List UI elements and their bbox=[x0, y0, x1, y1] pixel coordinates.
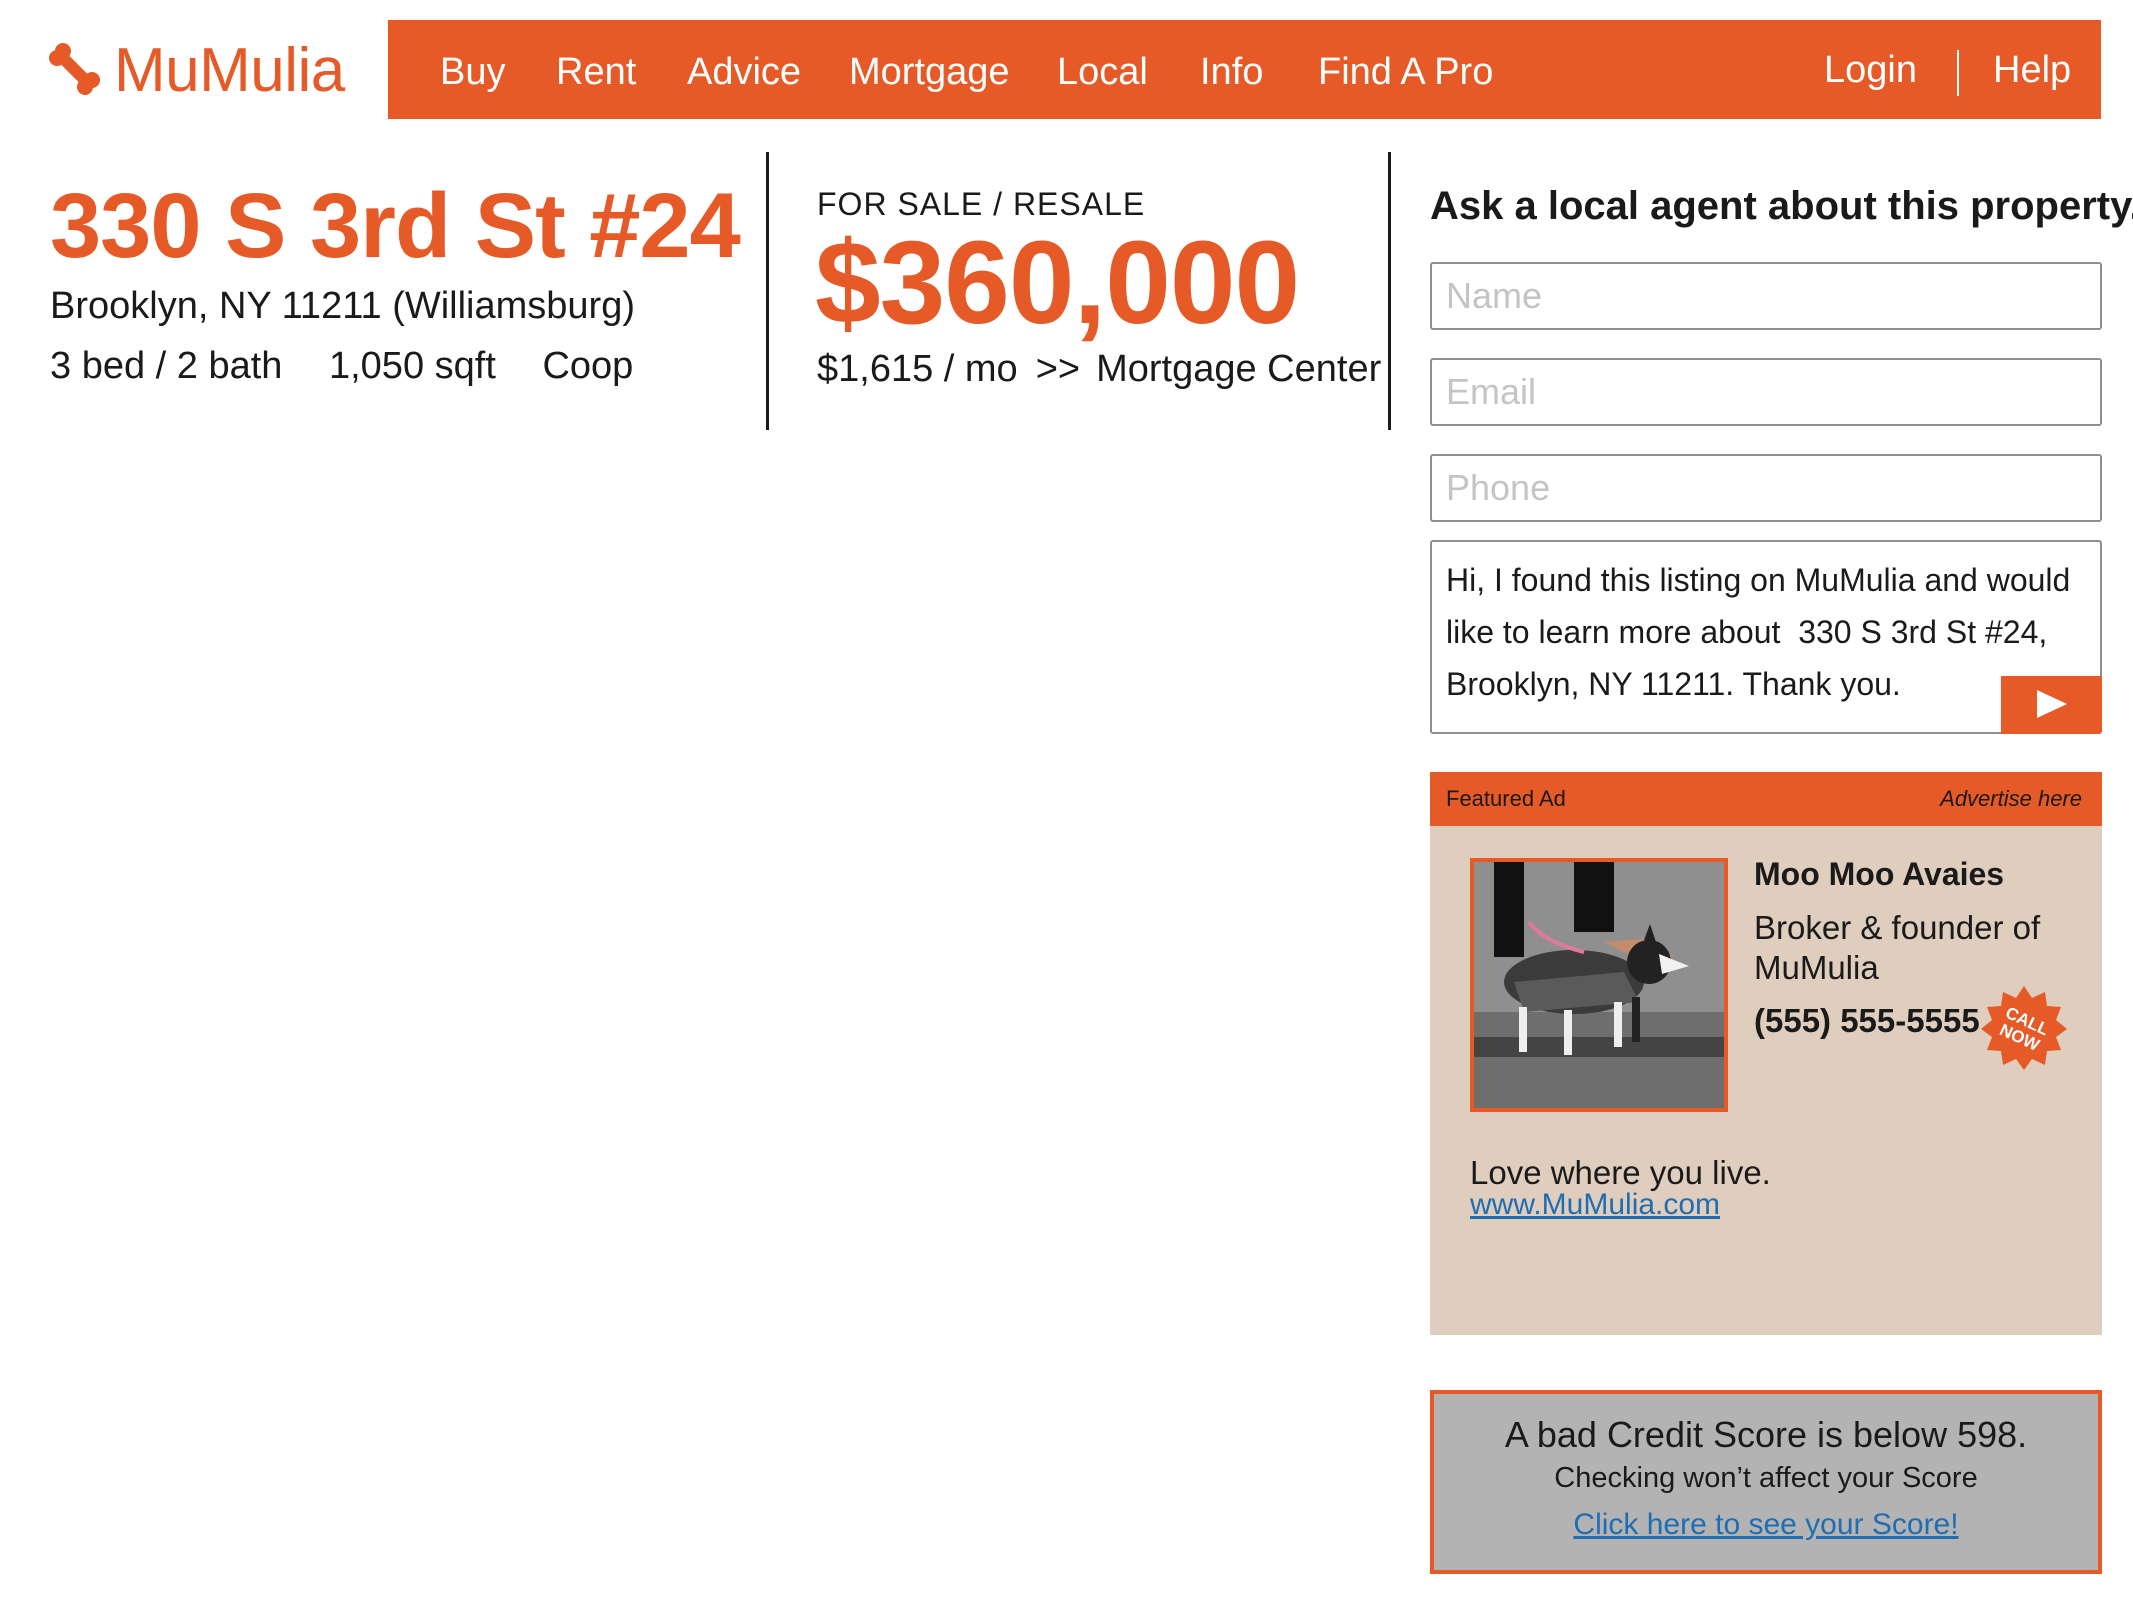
property-type: Coop bbox=[542, 345, 634, 387]
contact-form-heading: Ask a local agent about this property. bbox=[1430, 184, 2133, 228]
phone-input[interactable] bbox=[1430, 454, 2102, 522]
agent-title: Broker & founder of MuMulia bbox=[1754, 909, 2041, 986]
nav-advice[interactable]: Advice bbox=[687, 20, 801, 119]
credit-score-link[interactable]: Click here to see your Score! bbox=[1434, 1508, 2098, 1542]
advertise-here-link[interactable]: Advertise here bbox=[1940, 786, 2082, 812]
nav-info[interactable]: Info bbox=[1200, 20, 1263, 119]
email-input[interactable] bbox=[1430, 358, 2102, 426]
mortgage-center-link[interactable]: Mortgage Center bbox=[1096, 348, 1381, 390]
call-now-badge[interactable]: CALL NOW bbox=[1980, 984, 2068, 1072]
divider-right bbox=[1388, 152, 1391, 430]
nav-separator bbox=[1957, 50, 1959, 96]
bone-icon bbox=[48, 42, 100, 100]
nav-local[interactable]: Local bbox=[1057, 20, 1148, 119]
login-link[interactable]: Login bbox=[1824, 20, 1917, 119]
nav-find-a-pro[interactable]: Find A Pro bbox=[1318, 20, 1493, 119]
listing-facts: 3 bed / 2 bath 1,050 sqft Coop bbox=[50, 344, 669, 390]
featured-ad: Featured Ad Advertise here Moo Moo Avaie… bbox=[1430, 772, 2102, 1335]
square-footage: 1,050 sqft bbox=[328, 345, 496, 387]
monthly-payment-row: $1,615 / mo >> Mortgage Center bbox=[817, 348, 1381, 391]
ad-website-link[interactable]: www.MuMulia.com bbox=[1470, 1188, 1720, 1222]
listing-price: $360,000 bbox=[815, 217, 1300, 349]
agent-phone[interactable]: (555) 555-5555 bbox=[1754, 1002, 1980, 1040]
monthly-payment: $1,615 / mo bbox=[817, 348, 1018, 390]
listing-address: 330 S 3rd St #24 bbox=[50, 175, 741, 277]
featured-ad-label: Featured Ad bbox=[1446, 786, 1566, 811]
divider-left bbox=[766, 152, 769, 430]
agent-photo bbox=[1470, 858, 1728, 1112]
arrows-glyph: >> bbox=[1035, 348, 1081, 390]
help-link[interactable]: Help bbox=[1993, 20, 2071, 119]
credit-subline: Checking won’t affect your Score bbox=[1554, 1462, 1978, 1494]
credit-score-ad: A bad Credit Score is below 598. Checkin… bbox=[1430, 1390, 2102, 1574]
ad-tagline: Love where you live. bbox=[1470, 1154, 1771, 1191]
logo[interactable]: MuMulia bbox=[48, 36, 345, 106]
featured-ad-header: Featured Ad Advertise here bbox=[1430, 772, 2102, 826]
main-nav: Buy Rent Advice Mortgage Local Info Find… bbox=[388, 20, 2101, 119]
agent-name: Moo Moo Avaies bbox=[1754, 856, 2005, 892]
beds-baths: 3 bed / 2 bath bbox=[50, 345, 283, 387]
nav-buy[interactable]: Buy bbox=[440, 20, 505, 119]
play-arrow-icon bbox=[2036, 689, 2067, 721]
name-input[interactable] bbox=[1430, 262, 2102, 330]
logo-text: MuMulia bbox=[114, 36, 345, 105]
nav-mortgage[interactable]: Mortgage bbox=[849, 20, 1010, 119]
listing-city-line: Brooklyn, NY 11211 (Williamsburg) bbox=[50, 285, 635, 327]
send-button[interactable] bbox=[2001, 676, 2102, 734]
nav-rent[interactable]: Rent bbox=[556, 20, 636, 119]
credit-headline: A bad Credit Score is below 598. bbox=[1504, 1414, 2028, 1455]
